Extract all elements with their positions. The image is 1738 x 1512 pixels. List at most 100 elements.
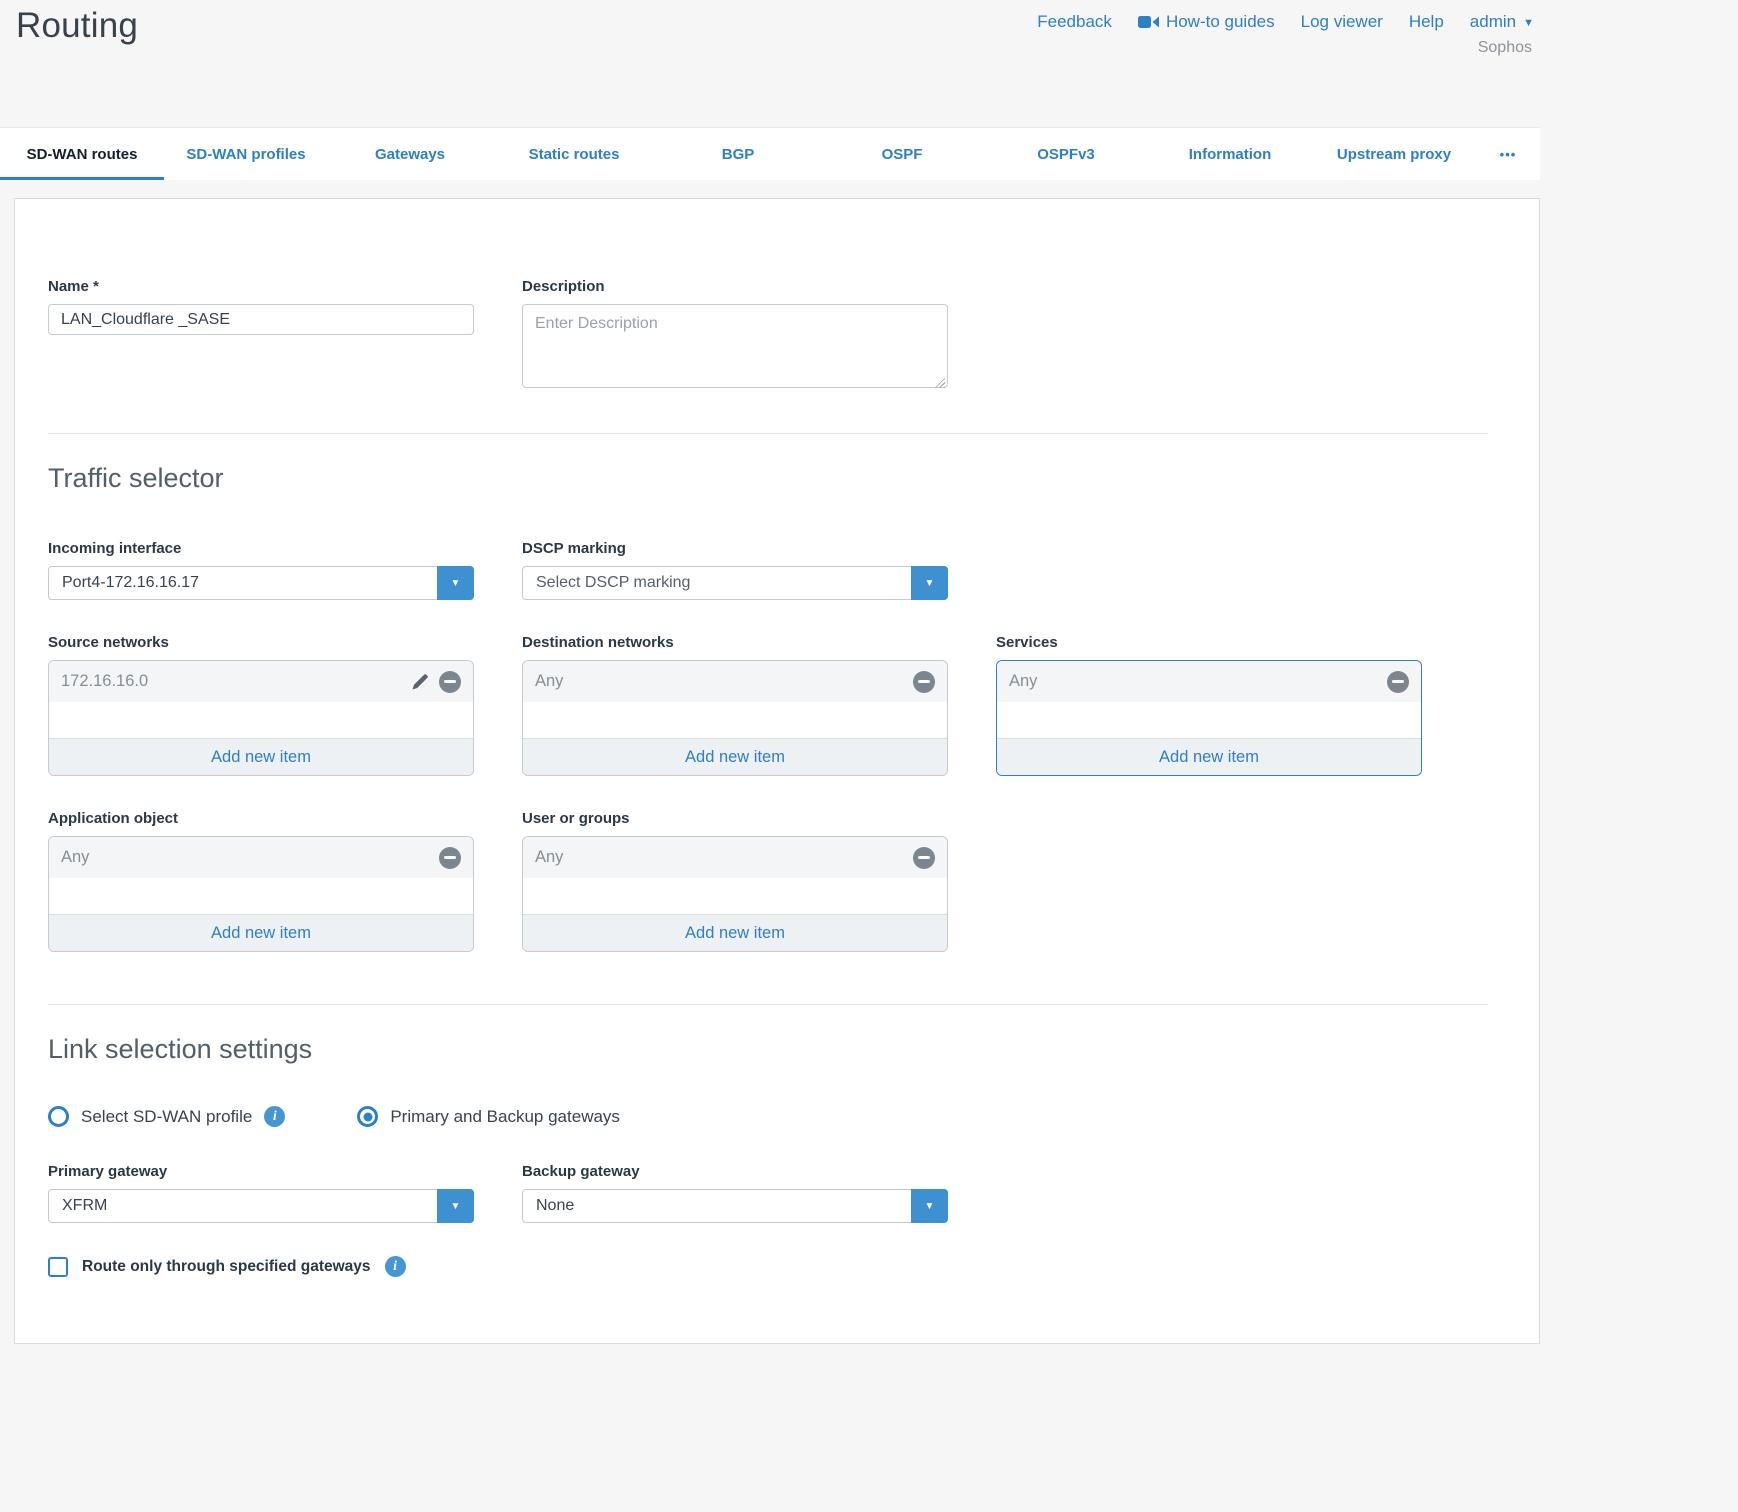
select-sdwan-profile-radio[interactable] [48, 1106, 69, 1127]
source-networks-listbox: 172.16.16.0 Add new item [48, 660, 474, 776]
tab-information[interactable]: Information [1148, 128, 1312, 180]
tab-upstream-proxy[interactable]: Upstream proxy [1312, 128, 1476, 180]
dscp-marking-group: DSCP marking Select DSCP marking ▼ [522, 540, 948, 600]
networks-services-row: Source networks 172.16.16.0 Add new item [48, 634, 1539, 776]
add-new-item-button[interactable]: Add new item [49, 738, 473, 775]
incoming-interface-label: Incoming interface [48, 540, 474, 557]
info-icon[interactable]: i [385, 1256, 406, 1277]
listbox-empty-area [523, 878, 947, 914]
remove-item-icon[interactable] [439, 671, 461, 693]
route-editor-panel: Name * Description Traffic selector Inco… [14, 198, 1540, 1344]
tab-sdwan-profiles[interactable]: SD-WAN profiles [164, 128, 328, 180]
dscp-marking-dropdown[interactable]: Select DSCP marking ▼ [522, 566, 948, 600]
tab-ospfv3[interactable]: OSPFv3 [984, 128, 1148, 180]
name-label: Name * [48, 278, 474, 295]
account-name: Sophos [1478, 39, 1532, 57]
tabs-overflow-button[interactable]: ••• [1476, 128, 1540, 180]
route-only-label[interactable]: Route only through specified gateways [82, 1258, 371, 1276]
list-item-value: 172.16.16.0 [61, 672, 411, 691]
video-camera-icon [1138, 15, 1159, 29]
dropdown-toggle-button[interactable]: ▼ [437, 566, 474, 600]
remove-item-icon[interactable] [913, 671, 935, 693]
dscp-marking-value: Select DSCP marking [523, 574, 690, 592]
chevron-down-icon: ▼ [451, 578, 461, 589]
incoming-interface-dropdown[interactable]: Port4-172.16.16.17 ▼ [48, 566, 474, 600]
add-new-item-button[interactable]: Add new item [523, 738, 947, 775]
chevron-down-icon: ▼ [925, 1201, 935, 1212]
primary-gateway-group: Primary gateway XFRM ▼ [48, 1163, 474, 1223]
feedback-link[interactable]: Feedback [1037, 12, 1112, 32]
user-menu[interactable]: admin ▼ [1470, 12, 1534, 32]
add-new-item-button[interactable]: Add new item [997, 738, 1421, 775]
tab-sdwan-routes[interactable]: SD-WAN routes [0, 128, 164, 180]
help-link[interactable]: Help [1409, 12, 1444, 32]
services-group: Services Any Add new item [996, 634, 1422, 776]
top-bar: Routing Feedback How-to guides Log viewe… [0, 0, 1540, 127]
destination-networks-group: Destination networks Any Add new item [522, 634, 948, 776]
primary-backup-gateways-radio[interactable] [357, 1106, 378, 1127]
log-viewer-link[interactable]: Log viewer [1301, 12, 1383, 32]
dropdown-toggle-button[interactable]: ▼ [911, 1189, 948, 1223]
source-networks-group: Source networks 172.16.16.0 Add new item [48, 634, 474, 776]
tab-gateways[interactable]: Gateways [328, 128, 492, 180]
dscp-marking-label: DSCP marking [522, 540, 948, 557]
primary-gateway-value: XFRM [49, 1197, 107, 1215]
description-label: Description [522, 278, 948, 295]
route-only-checkbox[interactable] [48, 1257, 68, 1277]
backup-gateway-dropdown[interactable]: None ▼ [522, 1189, 948, 1223]
traffic-selector-heading: Traffic selector [48, 461, 1539, 495]
gateway-row: Primary gateway XFRM ▼ Backup gateway No… [48, 1163, 1539, 1223]
application-object-group: Application object Any Add new item [48, 810, 474, 952]
select-sdwan-profile-label[interactable]: Select SD-WAN profile [81, 1107, 252, 1127]
backup-gateway-value: None [523, 1197, 574, 1215]
user-or-groups-listbox: Any Add new item [522, 836, 948, 952]
remove-item-icon[interactable] [1387, 671, 1409, 693]
remove-item-icon[interactable] [913, 847, 935, 869]
tab-ospf[interactable]: OSPF [820, 128, 984, 180]
tab-bgp[interactable]: BGP [656, 128, 820, 180]
link-selection-radio-row: Select SD-WAN profile i Primary and Back… [48, 1106, 1539, 1127]
add-new-item-button[interactable]: Add new item [523, 914, 947, 951]
user-menu-label: admin [1470, 12, 1516, 32]
chevron-down-icon: ▼ [451, 1201, 461, 1212]
route-only-row: Route only through specified gateways i [48, 1256, 1539, 1277]
list-item-value: Any [535, 848, 913, 867]
list-item-value: Any [1009, 672, 1387, 691]
source-networks-label: Source networks [48, 634, 474, 651]
name-field-group: Name * [48, 278, 474, 393]
name-input[interactable] [48, 304, 474, 335]
chevron-down-icon: ▼ [1523, 17, 1534, 29]
list-item: 172.16.16.0 [49, 661, 473, 702]
description-textarea[interactable] [522, 304, 948, 388]
destination-networks-label: Destination networks [522, 634, 948, 651]
page-title: Routing [16, 6, 138, 46]
section-divider [48, 433, 1488, 434]
tab-bar: SD-WAN routes SD-WAN profiles Gateways S… [0, 127, 1540, 180]
listbox-empty-area [49, 702, 473, 738]
page: Routing Feedback How-to guides Log viewe… [0, 0, 1540, 1344]
dropdown-toggle-button[interactable]: ▼ [911, 566, 948, 600]
remove-item-icon[interactable] [439, 847, 461, 869]
application-object-listbox: Any Add new item [48, 836, 474, 952]
application-object-label: Application object [48, 810, 474, 827]
list-item: Any [523, 837, 947, 878]
edit-pencil-icon[interactable] [411, 672, 430, 691]
primary-backup-gateways-label[interactable]: Primary and Backup gateways [390, 1107, 620, 1127]
dropdown-toggle-button[interactable]: ▼ [437, 1189, 474, 1223]
howto-guides-label: How-to guides [1166, 12, 1275, 32]
tab-static-routes[interactable]: Static routes [492, 128, 656, 180]
list-item: Any [997, 661, 1421, 702]
primary-gateway-dropdown[interactable]: XFRM ▼ [48, 1189, 474, 1223]
add-new-item-button[interactable]: Add new item [49, 914, 473, 951]
listbox-empty-area [49, 878, 473, 914]
howto-guides-link[interactable]: How-to guides [1138, 12, 1275, 32]
backup-gateway-label: Backup gateway [522, 1163, 948, 1180]
application-users-row: Application object Any Add new item User… [48, 810, 1539, 952]
section-divider [48, 1004, 1488, 1005]
primary-gateway-label: Primary gateway [48, 1163, 474, 1180]
destination-networks-listbox: Any Add new item [522, 660, 948, 776]
incoming-interface-group: Incoming interface Port4-172.16.16.17 ▼ [48, 540, 474, 600]
link-selection-heading: Link selection settings [48, 1032, 1539, 1066]
help-label: Help [1409, 12, 1444, 32]
info-icon[interactable]: i [264, 1106, 285, 1127]
